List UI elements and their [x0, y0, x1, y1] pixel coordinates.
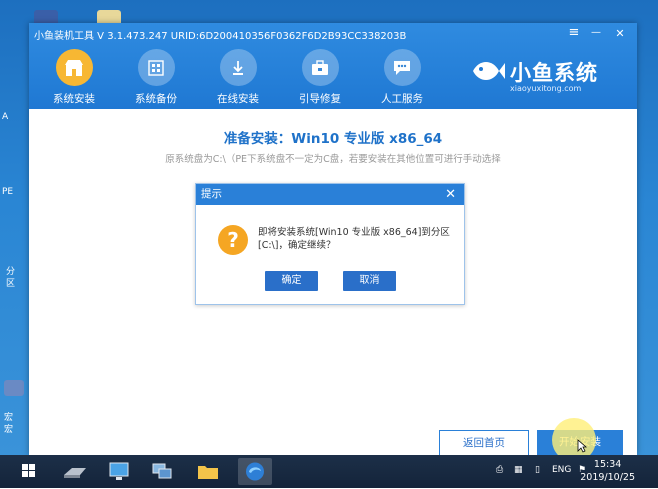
app-taskbar-icon[interactable]	[238, 458, 272, 485]
start-button[interactable]	[14, 458, 44, 485]
dialog-message: 即将安装系统[Win10 专业版 x86_64]到分区[C:\]，确定继续？	[258, 227, 450, 251]
window-icon	[137, 49, 175, 86]
chat-icon	[383, 49, 421, 86]
clock[interactable]: 15:34 2019/10/25	[580, 458, 635, 484]
desktop-label: 区	[6, 279, 16, 289]
nav-boot-repair[interactable]: 引导修复	[285, 49, 355, 106]
nav-label: 系统备份	[135, 93, 177, 105]
nav-label: 引导修复	[299, 93, 341, 105]
cancel-button[interactable]: 取消	[343, 271, 396, 291]
logo-url: xiaoyuxitong.com	[510, 84, 582, 93]
install-subtitle: 原系统盘为C:\（PE下系统盘不一定为C盘，若要安装在其他位置可进行手动选择	[165, 154, 501, 165]
title-bar: 小鱼装机工具 V 3.1.473.247 URID:6D200410356F03…	[29, 23, 637, 109]
clock-date: 2019/10/25	[580, 472, 635, 483]
taskbar: ⎙ ▦ ▯ ENG ⚑ 15:34 2019/10/25	[0, 455, 658, 488]
desktop-label: PE	[2, 187, 14, 197]
tray-icon[interactable]: ⎙	[496, 465, 503, 475]
dialog-close-icon[interactable]: ✕	[445, 184, 456, 205]
computer-icon[interactable]	[104, 458, 134, 485]
clock-time: 15:34	[593, 459, 622, 470]
nav-system-backup[interactable]: 系统备份	[121, 49, 191, 106]
confirm-dialog: 提示 ✕ ? 即将安装系统[Win10 专业版 x86_64]到分区[C:\]，…	[195, 183, 465, 305]
menu-button[interactable]: ≡	[565, 25, 583, 40]
store-icon	[55, 49, 93, 86]
dialog-header: 提示 ✕	[196, 184, 464, 205]
toolbox-icon	[301, 49, 339, 86]
language-indicator[interactable]: ENG	[552, 465, 571, 475]
nav-label: 在线安装	[217, 93, 259, 105]
desktop-label: A	[2, 112, 9, 122]
logo-name: 小鱼系统	[510, 61, 598, 85]
install-title: 准备安装：Win10 专业版 x86_64	[223, 131, 443, 147]
desktop-icon[interactable]	[4, 380, 24, 396]
nav-manual-service[interactable]: 人工服务	[367, 49, 437, 106]
fish-logo-icon	[469, 53, 505, 93]
close-button[interactable]: ✕	[611, 27, 629, 40]
folder-icon[interactable]	[193, 458, 223, 485]
question-icon: ?	[218, 225, 248, 255]
network-icon[interactable]	[147, 458, 177, 485]
nav-online-install[interactable]: 在线安装	[203, 49, 273, 106]
nav-label: 人工服务	[381, 93, 423, 105]
nav-label: 系统安装	[53, 93, 95, 105]
tray-icon[interactable]: ▦	[514, 465, 523, 475]
app-window: 小鱼装机工具 V 3.1.473.247 URID:6D200410356F03…	[29, 23, 637, 457]
download-icon	[219, 49, 257, 86]
minimize-button[interactable]: —	[587, 27, 605, 38]
nav-system-install[interactable]: 系统安装	[39, 49, 109, 106]
app-title: 小鱼装机工具 V 3.1.473.247 URID:6D200410356F03…	[34, 31, 407, 42]
tray-icon[interactable]: ▯	[535, 465, 540, 475]
desktop-label: 宏	[4, 425, 14, 435]
confirm-button[interactable]: 确定	[265, 271, 318, 291]
back-home-button[interactable]: 返回首页	[439, 430, 529, 457]
dialog-title: 提示	[201, 188, 222, 200]
drive-icon[interactable]	[60, 458, 90, 485]
